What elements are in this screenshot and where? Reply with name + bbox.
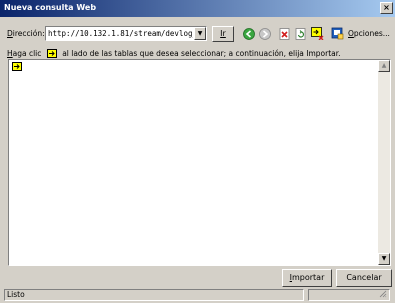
status-progress-panel [308,289,390,301]
go-button-label: Ir [220,29,226,38]
import-label: mportar [291,273,325,282]
resize-grip-icon[interactable] [379,290,387,298]
options-label-text: pciones... [353,29,390,38]
forward-icon[interactable] [258,27,271,40]
dropdown-arrow-icon[interactable]: ▼ [194,27,206,40]
options-icon[interactable] [331,27,344,40]
address-combobox[interactable]: http://10.132.1.81/stream/devlog_data?de… [45,26,207,41]
select-table-arrow-icon[interactable] [12,62,22,71]
stop-icon[interactable] [278,27,291,40]
title-bar[interactable]: Nueva consulta Web × [0,0,395,17]
address-input[interactable]: http://10.132.1.81/stream/devlog_data?de [48,29,193,38]
address-label: Dirección: [7,29,45,38]
select-arrow-icon [46,49,57,58]
address-label-text: irección: [12,29,45,38]
status-bar: Listo [4,289,304,301]
close-button[interactable]: × [380,2,393,14]
web-content-pane[interactable]: ▲ ▼ [8,59,391,266]
window-title: Nueva consulta Web [4,3,97,12]
select-tables-icon[interactable] [311,27,324,40]
go-button[interactable]: Ir [212,26,234,42]
cancel-button[interactable]: Cancelar [336,269,392,287]
back-icon[interactable] [242,27,255,40]
instructions-prefix: aga clic [12,49,42,58]
instructions-body: al lado de las tablas que desea seleccio… [62,49,341,58]
scroll-down-icon[interactable]: ▼ [378,253,390,265]
import-button[interactable]: Importar [282,269,332,287]
options-button[interactable]: Opciones... [348,29,390,38]
vertical-scrollbar[interactable]: ▲ ▼ [378,60,390,265]
instructions-text: Haga clic al lado de las tablas que dese… [7,49,341,58]
refresh-icon[interactable] [294,27,307,40]
scroll-up-icon[interactable]: ▲ [378,60,390,72]
